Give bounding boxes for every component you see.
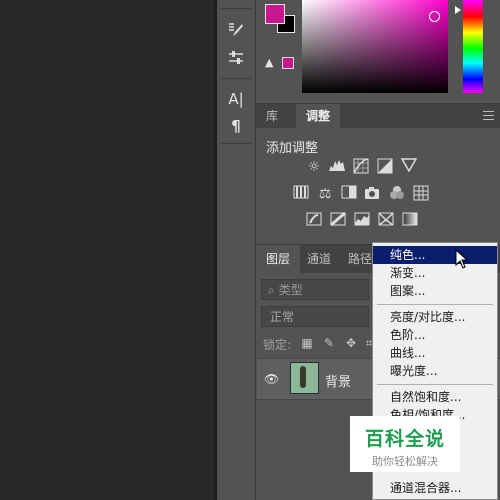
- hue-slider-arrow-icon[interactable]: [455, 6, 461, 14]
- strip-separator: [221, 8, 251, 9]
- channel-mixer-icon[interactable]: [388, 185, 406, 203]
- blend-mode-select[interactable]: 正常: [261, 306, 369, 327]
- eye-icon[interactable]: 👁: [264, 372, 279, 386]
- hue-slider[interactable]: [463, 0, 483, 93]
- menu-item-brightness-contrast[interactable]: 亮度/对比度...: [373, 308, 497, 326]
- adjustments-title: 添加调整: [266, 141, 319, 156]
- levels-icon[interactable]: [328, 158, 346, 176]
- tab-adjustments[interactable]: 调整: [296, 104, 341, 128]
- tab-channels[interactable]: 通道: [297, 245, 341, 273]
- lock-transparent-pixels-icon[interactable]: ▦: [300, 336, 314, 350]
- search-icon: ⌕: [268, 283, 275, 297]
- menu-separator: [377, 304, 493, 305]
- strip-separator: [221, 143, 251, 144]
- saturation-field[interactable]: [302, 0, 448, 93]
- layer-filter-select[interactable]: ⌕ 类型: [261, 279, 369, 300]
- strip-separator: [221, 78, 251, 79]
- watermark-title: 百科全说: [364, 428, 445, 450]
- menu-item-pattern[interactable]: 图案...: [373, 282, 497, 300]
- lock-position-icon[interactable]: ✥: [344, 336, 358, 350]
- foreground-color-swatch[interactable]: [265, 4, 285, 24]
- filter-label: 类型: [278, 283, 303, 297]
- watermark-subtitle: 助你轻松解决: [372, 455, 438, 468]
- tab-layers[interactable]: 图层: [256, 245, 301, 273]
- color-lookup-icon[interactable]: [412, 185, 430, 203]
- gradient-map-icon[interactable]: [401, 212, 419, 230]
- mouse-pointer-icon: [455, 248, 469, 272]
- vibrance-icon[interactable]: [400, 158, 418, 176]
- character-icon[interactable]: A|: [225, 89, 247, 109]
- photo-filter-icon[interactable]: [364, 185, 382, 203]
- color-picker-cursor[interactable]: [429, 11, 440, 22]
- menu-item-gradient[interactable]: 渐变...: [373, 264, 497, 282]
- menu-item-curves[interactable]: 曲线...: [373, 344, 497, 362]
- lock-label: 锁定:: [263, 338, 292, 352]
- invert-icon[interactable]: [305, 212, 323, 230]
- curves-icon[interactable]: [352, 158, 370, 176]
- panel-icon-strip: A| ¶: [217, 0, 256, 500]
- document-canvas[interactable]: [0, 0, 214, 500]
- gamut-color-swatch[interactable]: [282, 57, 294, 69]
- out-of-gamut-warning-icon[interactable]: ▲: [265, 57, 279, 69]
- lock-image-pixels-icon[interactable]: ✎: [322, 336, 336, 350]
- color-balance-icon[interactable]: ⚖: [316, 185, 334, 203]
- menu-item-channel-mixer[interactable]: 通道混合器...: [373, 479, 497, 497]
- brightness-icon[interactable]: ☼: [305, 158, 323, 176]
- hue-saturation-icon[interactable]: [292, 185, 310, 203]
- adjustments-tab-bar: 库 调整: [256, 103, 500, 128]
- properties-icon[interactable]: [225, 48, 247, 68]
- brush-settings-icon[interactable]: [225, 20, 247, 40]
- threshold-icon[interactable]: [353, 212, 371, 230]
- black-white-icon[interactable]: [340, 185, 358, 203]
- posterize-icon[interactable]: [329, 211, 347, 230]
- menu-item-solid-color[interactable]: 纯色...: [373, 246, 497, 264]
- selective-color-icon[interactable]: [377, 212, 395, 230]
- exposure-icon[interactable]: [376, 158, 394, 176]
- menu-item-exposure[interactable]: 曝光度...: [373, 362, 497, 380]
- paragraph-icon[interactable]: ¶: [225, 116, 247, 136]
- panel-menu-icon[interactable]: [483, 111, 494, 121]
- menu-separator: [377, 384, 493, 385]
- tab-library[interactable]: 库: [256, 104, 288, 128]
- menu-item-levels[interactable]: 色阶...: [373, 326, 497, 344]
- menu-item-vibrance[interactable]: 自然饱和度...: [373, 388, 497, 406]
- thumbnail-figure: [300, 366, 306, 388]
- layer-name: 背景: [325, 375, 352, 390]
